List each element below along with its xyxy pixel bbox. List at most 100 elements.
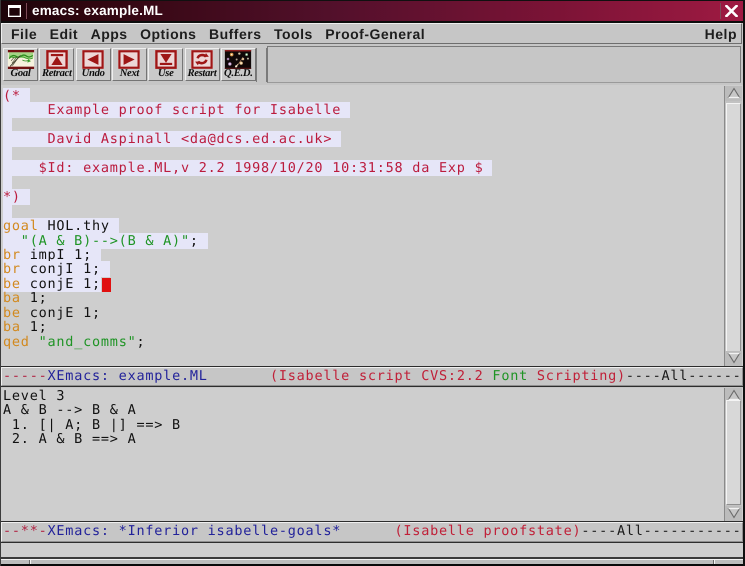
modeline-segment: Scripting): [528, 368, 626, 384]
menu-apps[interactable]: Apps: [91, 26, 128, 42]
modeline-segment: [208, 368, 270, 384]
script-line: qed "and_comms";: [3, 335, 492, 349]
modeline-script-text: -----XEmacs: example.ML (Isabelle script…: [3, 369, 742, 383]
toolbar-button-label: Goal: [4, 69, 37, 79]
script-line: br conjI 1;: [3, 262, 492, 276]
toolbar-button-restart[interactable]: Restart: [185, 48, 220, 81]
script-line: goal HOL.thy: [3, 219, 492, 233]
goals-buffer-text: Level 3A & B --> B & A 1. [| A; B |] ==>…: [3, 389, 181, 447]
menu-edit[interactable]: Edit: [50, 26, 78, 42]
toolbar-button-goal[interactable]: Goal: [3, 48, 38, 81]
text-segment: Example proof script for Isabelle: [3, 102, 341, 118]
menu-options[interactable]: Options: [140, 26, 196, 42]
titlebar[interactable]: emacs: example.ML: [1, 1, 743, 23]
scroll-up-arrow[interactable]: [725, 86, 742, 101]
toolbar: Goal Retract Undo Next Use Restart Q.E: [1, 45, 742, 86]
script-buffer[interactable]: (* Example proof script for Isabelle Dav…: [1, 85, 743, 367]
window-bottom-frame: [0, 557, 745, 566]
script-line: [3, 147, 492, 161]
toolbar-button-label: Undo: [77, 69, 110, 79]
modeline-segment: -----------: [644, 523, 742, 539]
toolbar-button-next[interactable]: Next: [112, 48, 147, 81]
goal-icon: [6, 50, 35, 69]
text-cursor: [102, 278, 111, 292]
modeline-segment: -----: [3, 368, 48, 384]
text-segment: ;: [190, 233, 199, 249]
script-line: br impI 1;: [3, 248, 492, 262]
goals-buffer[interactable]: Level 3A & B --> B & A 1. [| A; B |] ==>…: [1, 388, 743, 522]
menu-proof-general[interactable]: Proof-General: [325, 26, 425, 42]
text-segment: ;: [136, 334, 145, 350]
use-icon: [154, 50, 178, 69]
window-title: emacs: example.ML: [32, 3, 163, 18]
text-segment: $Id: example.ML,v 2.2 1998/10/20 10:31:5…: [3, 160, 483, 176]
toolbar-button-label: Restart: [186, 69, 219, 79]
retract-icon: [45, 50, 69, 69]
toolbar-button-label: Retract: [40, 69, 73, 79]
titlebar-separator-left: [26, 3, 27, 19]
goals-line: A & B --> B & A: [3, 403, 181, 417]
modeline-segment: [341, 523, 394, 539]
restart-icon: [190, 50, 214, 69]
locked-region-span: Example proof script for Isabelle: [3, 102, 350, 118]
modeline-segment: XEmacs: example.ML: [48, 368, 208, 384]
goals-line: 1. [| A; B |] ==> B: [3, 418, 181, 432]
window-menu-icon: [8, 5, 21, 17]
goals-line: 2. A & B ==> A: [3, 432, 181, 446]
locked-region-span: David Aspinall <da@dcs.ed.ac.uk>: [3, 131, 341, 147]
modeline-segment: All: [661, 368, 688, 384]
menu-buffers[interactable]: Buffers: [209, 26, 262, 42]
modeline-goals-text: --**-XEmacs: *Inferior isabelle-goals* (…: [3, 524, 742, 538]
modeline-goals-buffer[interactable]: --**-XEmacs: *Inferior isabelle-goals* (…: [1, 521, 743, 543]
text-segment: qed: [3, 334, 30, 350]
modeline-script-buffer[interactable]: -----XEmacs: example.ML (Isabelle script…: [1, 366, 743, 388]
toolbar-button-label: Next: [113, 69, 146, 79]
menu-file[interactable]: File: [11, 26, 37, 42]
modeline-segment: XEmacs: *Inferior isabelle-goals*: [48, 523, 342, 539]
script-line: David Aspinall <da@dcs.ed.ac.uk>: [3, 132, 492, 146]
modeline-segment: --**-: [3, 523, 48, 539]
scroll-down-arrow[interactable]: [725, 351, 742, 366]
window-border-left: [0, 0, 1, 566]
close-icon: [725, 5, 738, 17]
modeline-segment: ----: [626, 368, 662, 384]
script-line: Example proof script for Isabelle: [3, 103, 492, 117]
script-line: ba 1;: [3, 320, 492, 334]
toolbar-button-use[interactable]: Use: [148, 48, 183, 81]
next-icon: [117, 50, 141, 69]
scrollbar-thumb[interactable]: [726, 103, 742, 353]
script-line: be conjE 1;: [3, 306, 492, 320]
goals-line: Level 3: [3, 389, 181, 403]
script-line: *): [3, 190, 492, 204]
script-buffer-text: (* Example proof script for Isabelle Dav…: [3, 89, 492, 349]
window-border-top: [0, 0, 745, 1]
modeline-segment: All: [617, 523, 644, 539]
scrollbar-goals-buffer: [722, 388, 743, 521]
xemacs-window: emacs: example.ML File Edit Apps Options Buf…: [0, 0, 745, 566]
toolbar-button-undo[interactable]: Undo: [76, 48, 111, 81]
modeline-segment: (Isabelle proofstate): [395, 523, 582, 539]
close-button[interactable]: [722, 2, 741, 20]
text-segment: David Aspinall <da@dcs.ed.ac.uk>: [3, 131, 332, 147]
script-line: [3, 176, 492, 190]
modeline-segment: ------: [688, 368, 741, 384]
menu-tools[interactable]: Tools: [274, 26, 313, 42]
modeline-segment: (Isabelle script CVS:2.2: [270, 368, 492, 384]
script-line: [3, 205, 492, 219]
toolbar-separator: [256, 48, 267, 82]
toolbar-button-retract[interactable]: Retract: [39, 48, 74, 81]
menu-help[interactable]: Help: [705, 26, 737, 42]
modeline-segment: ----: [581, 523, 617, 539]
script-line: be conjE 1;: [3, 277, 492, 291]
scrollbar-script-buffer: [722, 86, 743, 366]
scroll-down-arrow[interactable]: [725, 506, 742, 521]
window-menu-button[interactable]: [5, 3, 24, 19]
scrollbar-thumb[interactable]: [726, 400, 742, 505]
minibuffer[interactable]: [1, 543, 743, 557]
undo-icon: [81, 50, 105, 69]
toolbar-button-qed[interactable]: Q.E.D.: [221, 48, 256, 81]
script-line: ba 1;: [3, 291, 492, 305]
script-line: [3, 118, 492, 132]
text-segment: "and_comms": [39, 334, 137, 350]
script-line: (*: [3, 89, 492, 103]
